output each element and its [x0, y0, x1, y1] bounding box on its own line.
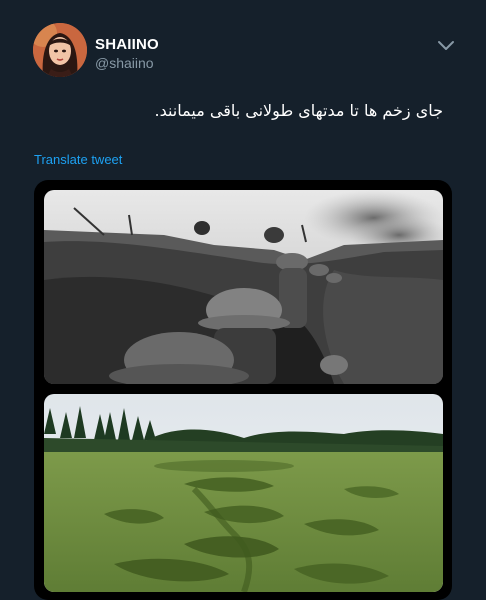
chevron-down-icon[interactable] [436, 38, 456, 54]
avatar[interactable] [33, 23, 87, 77]
trench-photo[interactable] [44, 190, 443, 384]
tweet-text: جای زخم ها تا مدتهای طولانی باقی میمانند… [154, 101, 443, 120]
display-name[interactable]: SHAIINO [95, 36, 159, 53]
media-container[interactable] [34, 180, 452, 600]
translate-tweet-link[interactable]: Translate tweet [34, 152, 122, 167]
field-photo[interactable] [44, 394, 443, 592]
user-handle[interactable]: @shaiino [95, 55, 154, 71]
